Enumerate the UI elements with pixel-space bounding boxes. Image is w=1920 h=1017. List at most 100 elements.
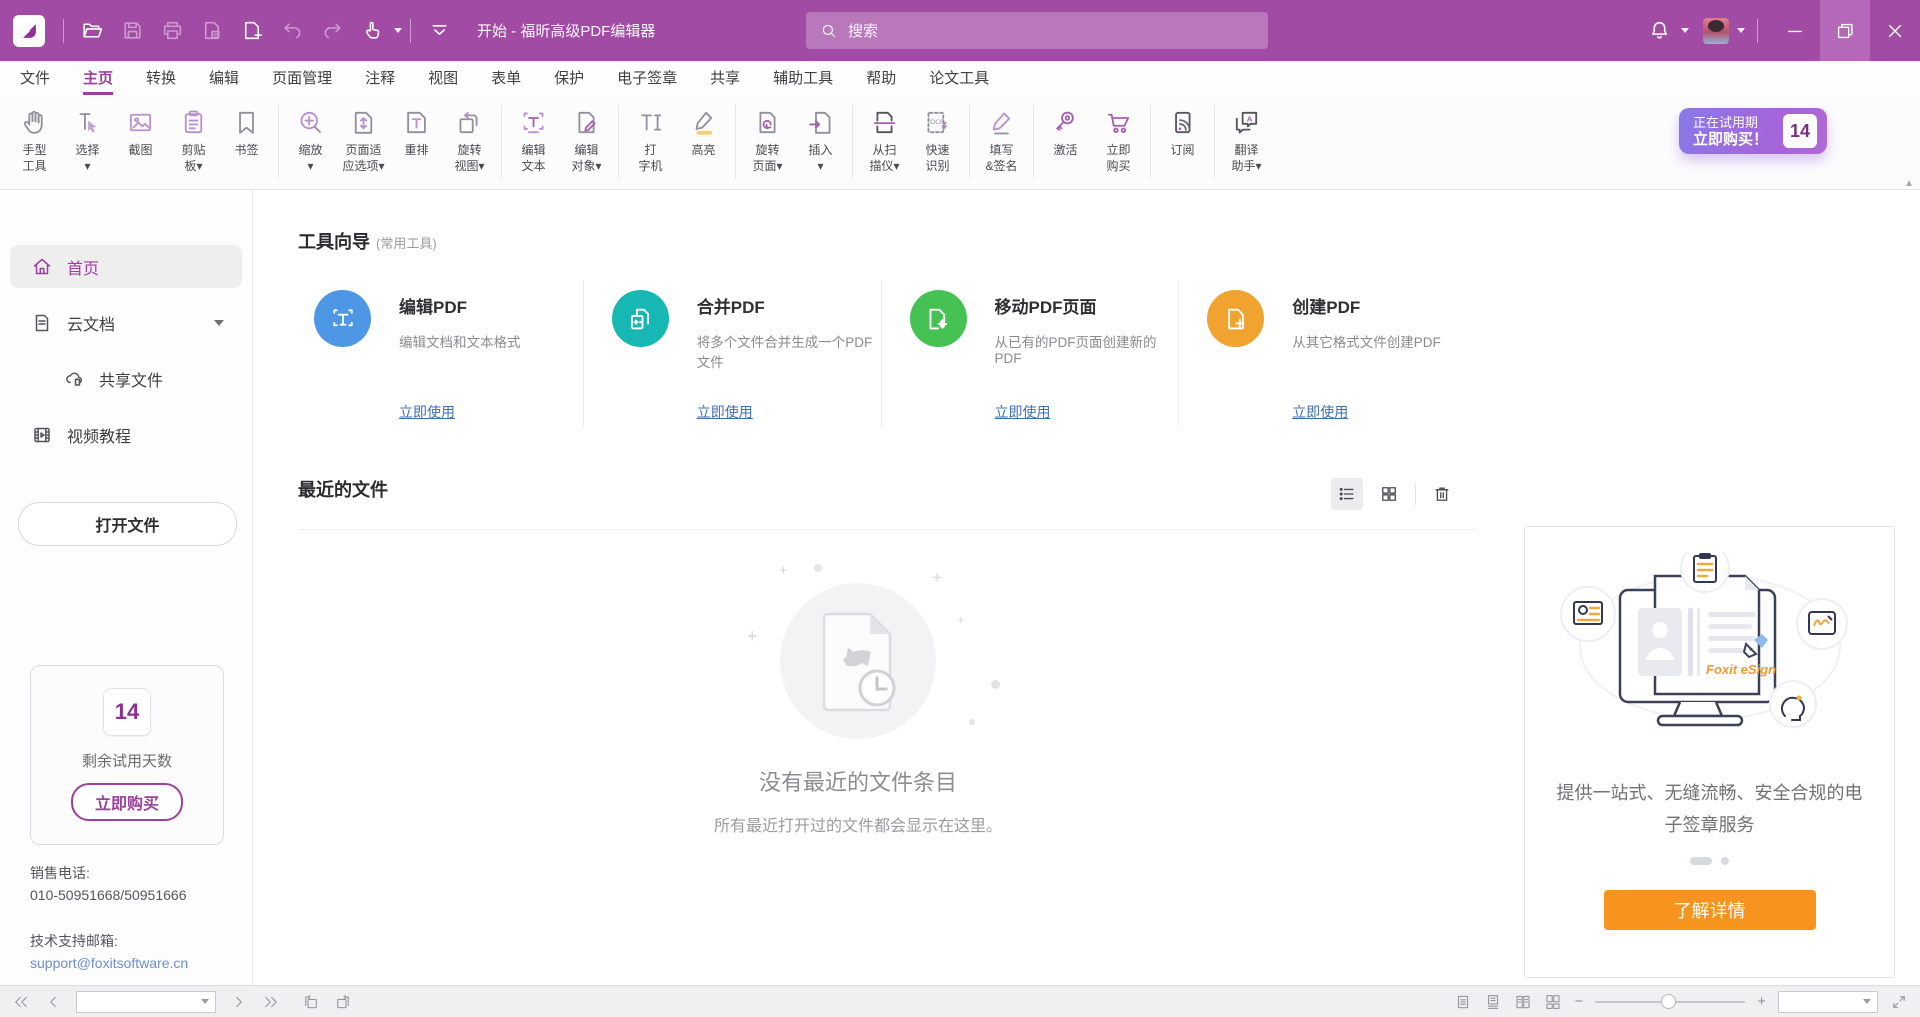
use-now-link[interactable]: 立即使用 <box>399 402 521 422</box>
list-view-button[interactable] <box>1331 478 1363 510</box>
touch-mode-icon[interactable] <box>352 9 392 53</box>
facing-view-icon[interactable] <box>1514 993 1532 1011</box>
search-input[interactable]: 搜索 <box>806 12 1268 49</box>
card-move-pdf-pages[interactable]: 移动PDF页面 从已有的PDF页面创建新的PDF 立即使用 <box>881 280 1179 428</box>
sidebar-item-video-tutorials[interactable]: 视频教程 <box>10 413 242 456</box>
cloud-docs-collapse-icon[interactable] <box>214 320 224 326</box>
zoom-in-button[interactable]: + <box>1757 994 1766 1009</box>
sidebar-item-shared-files[interactable]: 共享文件 <box>10 357 242 400</box>
menu-protect[interactable]: 保护 <box>554 61 584 95</box>
account-dropdown-icon[interactable] <box>1737 28 1745 33</box>
menu-share[interactable]: 共享 <box>710 61 740 95</box>
titlebar-separator <box>1757 19 1758 43</box>
card-desc: 编辑文档和文本格式 <box>399 331 521 351</box>
menu-accessibility[interactable]: 辅助工具 <box>773 61 833 95</box>
quick-ocr-button[interactable]: OCR 快速识别 <box>911 95 964 174</box>
card-merge-pdf[interactable]: 合并PDF 将多个文件合并生成一个PDF文件 立即使用 <box>583 280 881 428</box>
card-edit-pdf[interactable]: 编辑PDF 编辑文档和文本格式 立即使用 <box>298 280 583 428</box>
menu-convert[interactable]: 转换 <box>146 61 176 95</box>
menu-file[interactable]: 文件 <box>20 61 50 95</box>
page-fit-button[interactable]: 页面适应选项▾ <box>337 95 390 174</box>
zoom-slider-thumb[interactable] <box>1661 994 1676 1009</box>
use-now-link[interactable]: 立即使用 <box>1292 402 1441 422</box>
menu-form[interactable]: 表单 <box>491 61 521 95</box>
open-file-button[interactable]: 打开文件 <box>18 502 237 546</box>
select-tool-button[interactable]: 选择▾ <box>61 95 114 174</box>
next-view-icon[interactable] <box>334 993 352 1011</box>
customize-toolbar-icon[interactable] <box>419 9 459 53</box>
typewriter-button[interactable]: 打字机 <box>624 95 677 174</box>
bookmark-button[interactable]: 书签 <box>220 95 273 158</box>
minimize-button[interactable] <box>1770 0 1820 61</box>
toolbar-divider <box>1033 105 1034 179</box>
toolbar-divider <box>278 105 279 179</box>
menu-comment[interactable]: 注释 <box>365 61 395 95</box>
card-create-pdf[interactable]: 创建PDF 从其它格式文件创建PDF 立即使用 <box>1178 280 1476 428</box>
edit-text-button[interactable]: 编辑文本 <box>507 95 560 174</box>
highlight-button[interactable]: 高亮 <box>677 95 730 158</box>
menu-edit[interactable]: 编辑 <box>209 61 239 95</box>
clear-recent-button[interactable] <box>1426 478 1458 510</box>
rotate-view-button[interactable]: 旋转视图▾ <box>443 95 496 174</box>
touch-mode-dropdown-icon[interactable] <box>394 28 402 33</box>
fullscreen-icon[interactable] <box>1890 993 1908 1011</box>
pagination-dot[interactable] <box>1721 857 1729 865</box>
buy-now-pill-button[interactable]: 立即购买 <box>71 783 183 821</box>
restore-button[interactable] <box>1820 0 1870 61</box>
menu-esign[interactable]: 电子签章 <box>617 61 677 95</box>
menu-page-management[interactable]: 页面管理 <box>272 61 332 95</box>
learn-more-button[interactable]: 了解详情 <box>1604 890 1816 930</box>
page-number-combobox[interactable] <box>76 991 216 1013</box>
menu-view[interactable]: 视图 <box>428 61 458 95</box>
scroll-up-arrow[interactable]: ▲ <box>1904 178 1914 189</box>
reflow-button[interactable]: 重排 <box>390 95 443 158</box>
translate-assistant-button[interactable]: A 翻译助手▾ <box>1220 95 1273 174</box>
trial-badge-button[interactable]: 正在试用期 立即购买！ 14 <box>1679 108 1827 154</box>
highlighter-icon <box>688 107 719 138</box>
page-organize-icon[interactable] <box>192 9 232 53</box>
continuous-view-icon[interactable] <box>1484 993 1502 1011</box>
zoom-level-combobox[interactable] <box>1778 991 1878 1013</box>
sidebar-item-home[interactable]: 首页 <box>10 245 242 288</box>
single-page-view-icon[interactable] <box>1454 993 1472 1011</box>
support-email-link[interactable]: support@foxitsoftware.cn <box>30 952 188 974</box>
first-page-icon[interactable] <box>12 993 30 1011</box>
close-button[interactable] <box>1870 0 1920 61</box>
snapshot-button[interactable]: 截图 <box>114 95 167 158</box>
notifications-bell-icon[interactable] <box>1639 9 1679 53</box>
from-scanner-button[interactable]: 从扫描仪▾ <box>858 95 911 174</box>
grid-view-button[interactable] <box>1373 478 1405 510</box>
pagination-dot-active[interactable] <box>1690 857 1712 865</box>
rotate-pages-button[interactable]: 旋转页面▾ <box>741 95 794 174</box>
previous-view-icon[interactable] <box>302 993 320 1011</box>
sidebar-item-cloud-docs[interactable]: 云文档 <box>10 301 242 344</box>
open-file-icon[interactable] <box>72 9 112 53</box>
print-icon[interactable] <box>152 9 192 53</box>
undo-icon[interactable] <box>272 9 312 53</box>
next-page-icon[interactable] <box>230 993 248 1011</box>
clipboard-button[interactable]: 剪贴板▾ <box>167 95 220 174</box>
use-now-link[interactable]: 立即使用 <box>995 402 1179 422</box>
insert-button[interactable]: 插入▾ <box>794 95 847 174</box>
fill-sign-button[interactable]: 填写&签名 <box>975 95 1028 174</box>
create-pdf-icon[interactable] <box>232 9 272 53</box>
previous-page-icon[interactable] <box>44 993 62 1011</box>
buy-now-button[interactable]: 立即购买 <box>1092 95 1145 174</box>
menu-help[interactable]: 帮助 <box>866 61 896 95</box>
redo-icon[interactable] <box>312 9 352 53</box>
menu-paper-tools[interactable]: 论文工具 <box>929 61 989 95</box>
notifications-dropdown-icon[interactable] <box>1681 28 1689 33</box>
zoom-button[interactable]: 缩放▾ <box>284 95 337 174</box>
zoom-out-button[interactable]: − <box>1574 994 1583 1009</box>
save-icon[interactable] <box>112 9 152 53</box>
activate-button[interactable]: 激活 <box>1039 95 1092 158</box>
hand-tool-button[interactable]: 手型工具 <box>8 95 61 174</box>
facing-continuous-view-icon[interactable] <box>1544 993 1562 1011</box>
last-page-icon[interactable] <box>262 993 280 1011</box>
edit-object-button[interactable]: 编辑对象▾ <box>560 95 613 174</box>
zoom-slider[interactable] <box>1595 995 1745 1009</box>
user-avatar[interactable] <box>1703 18 1729 44</box>
menu-home[interactable]: 主页 <box>83 61 113 95</box>
subscribe-button[interactable]: 订阅 <box>1156 95 1209 158</box>
use-now-link[interactable]: 立即使用 <box>697 402 881 422</box>
